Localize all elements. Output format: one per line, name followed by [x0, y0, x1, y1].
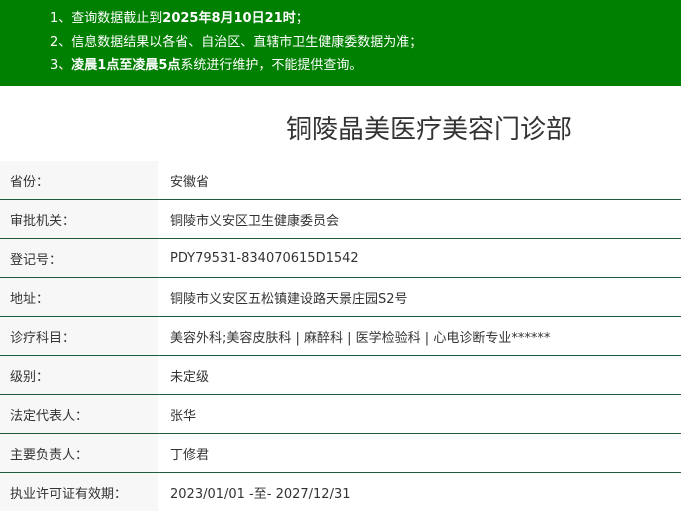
field-label-approval-authority: 审批机关：: [0, 200, 158, 239]
field-label-province: 省份：: [0, 161, 158, 200]
field-value-province: 安徽省: [158, 161, 681, 200]
notice-line-2: 2、信息数据结果以各省、自治区、直辖市卫生健康委数据为准；: [50, 33, 422, 53]
table-row: 主要负责人： 丁修君: [0, 434, 681, 473]
field-label-license-validity: 执业许可证有效期：: [0, 473, 158, 511]
field-value-principal: 丁修君: [158, 434, 681, 473]
table-row: 省份： 安徽省: [0, 161, 681, 200]
notice-line-3-suffix: 系统进行维护，不能提供查询。: [180, 58, 362, 73]
field-value-address: 铜陵市义安区五松镇建设路天景庄园S2号: [158, 278, 681, 317]
field-label-address: 地址：: [0, 278, 158, 317]
page-title-text: 铜陵晶美医疗美容门诊部: [286, 108, 572, 152]
field-label-principal: 主要负责人：: [0, 434, 158, 473]
page-title: 铜陵晶美医疗美容门诊部: [0, 108, 681, 152]
table-row: 审批机关： 铜陵市义安区卫生健康委员会: [0, 200, 681, 239]
notice-line-3: 3、凌晨1点至凌晨5点系统进行维护，不能提供查询。: [50, 56, 362, 76]
details-table: 省份： 安徽省 审批机关： 铜陵市义安区卫生健康委员会 登记号： PDY7953…: [0, 161, 681, 511]
notice-line-2-text: 2、信息数据结果以各省、自治区、直辖市卫生健康委数据为准；: [50, 35, 422, 50]
field-value-approval-authority: 铜陵市义安区卫生健康委员会: [158, 200, 681, 239]
field-value-registration-number: PDY79531-834070615D1542: [158, 239, 681, 278]
table-row: 法定代表人： 张华: [0, 395, 681, 434]
field-label-legal-representative: 法定代表人：: [0, 395, 158, 434]
table-row: 地址： 铜陵市义安区五松镇建设路天景庄园S2号: [0, 278, 681, 317]
field-value-legal-representative: 张华: [158, 395, 681, 434]
notice-cutoff-time: 2025年8月10日21时: [162, 11, 295, 26]
field-label-level: 级别：: [0, 356, 158, 395]
table-row: 登记号： PDY79531-834070615D1542: [0, 239, 681, 278]
notice-banner: 1、查询数据截止到2025年8月10日21时； 2、信息数据结果以各省、自治区、…: [0, 0, 681, 86]
notice-line-1-prefix: 1、查询数据截止到: [50, 11, 162, 26]
field-label-registration-number: 登记号：: [0, 239, 158, 278]
field-value-departments: 美容外科;美容皮肤科 | 麻醉科 | 医学检验科 | 心电诊断专业******: [158, 317, 681, 356]
table-row: 执业许可证有效期： 2023/01/01 -至- 2027/12/31: [0, 473, 681, 511]
notice-line-3-prefix: 3、: [50, 58, 71, 73]
field-value-license-validity: 2023/01/01 -至- 2027/12/31: [158, 473, 681, 511]
notice-line-1: 1、查询数据截止到2025年8月10日21时；: [50, 9, 309, 29]
field-label-departments: 诊疗科目：: [0, 317, 158, 356]
table-row: 级别： 未定级: [0, 356, 681, 395]
field-value-level: 未定级: [158, 356, 681, 395]
notice-maintenance-window: 凌晨1点至凌晨5点: [71, 58, 180, 73]
table-row: 诊疗科目： 美容外科;美容皮肤科 | 麻醉科 | 医学检验科 | 心电诊断专业*…: [0, 317, 681, 356]
notice-line-1-suffix: ；: [296, 11, 309, 26]
